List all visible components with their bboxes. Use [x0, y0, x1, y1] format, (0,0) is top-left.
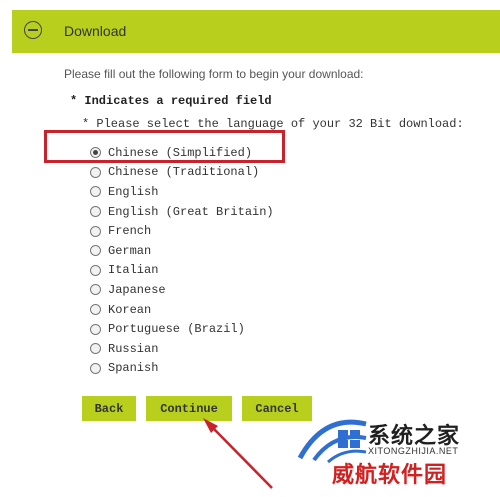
- arrow-shaft: [212, 427, 273, 489]
- watermark-url: XITONGZHIJIA.NET: [368, 446, 459, 456]
- watermark-subtitle: 威航软件园: [332, 463, 448, 488]
- site-watermark: 系统之家 XITONGZHIJIA.NET 威航软件园: [294, 412, 494, 492]
